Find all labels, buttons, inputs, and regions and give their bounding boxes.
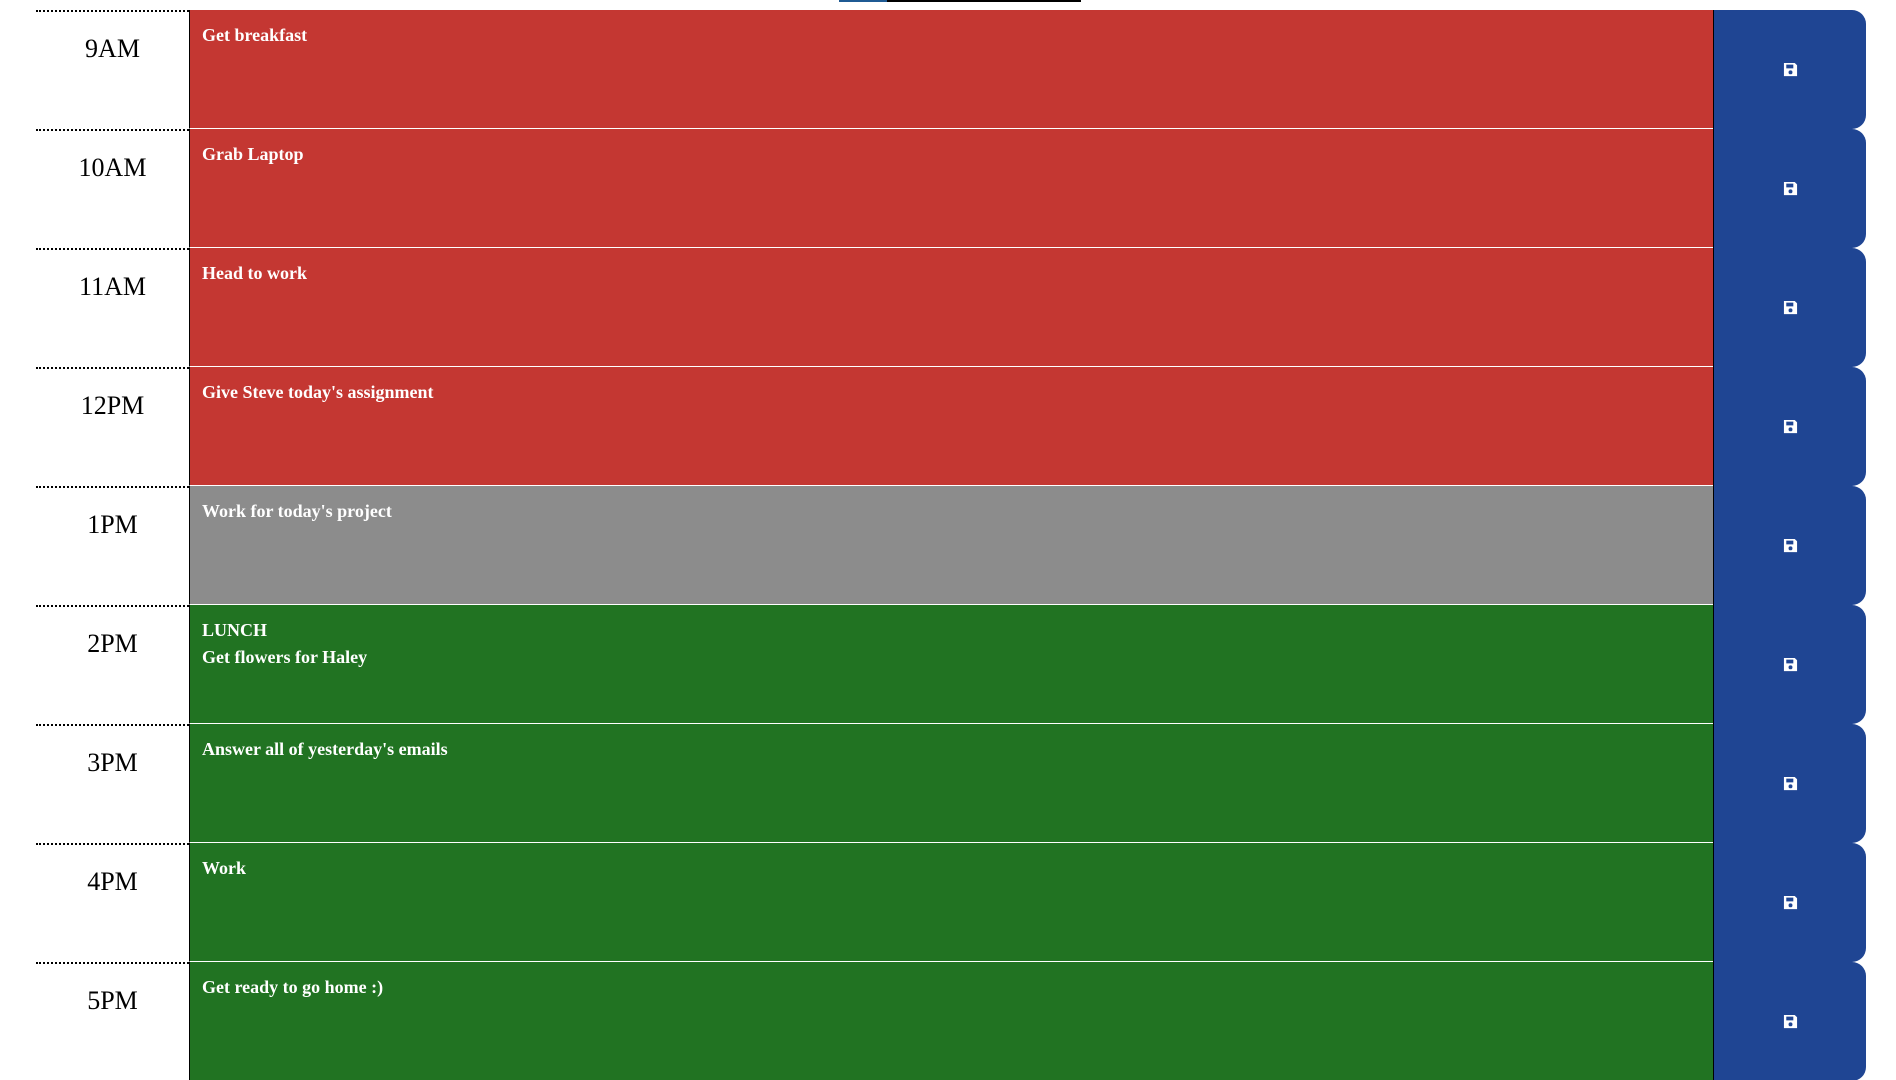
save-button[interactable] xyxy=(1713,605,1866,724)
time-block-row: 1PM Work for today's project xyxy=(36,486,1866,605)
time-block-row: 3PM Answer all of yesterday's emails xyxy=(36,724,1866,843)
hour-label: 5PM xyxy=(36,962,189,1080)
save-button[interactable] xyxy=(1713,10,1866,129)
hour-label: 11AM xyxy=(36,248,189,367)
save-button[interactable] xyxy=(1713,962,1866,1080)
save-icon xyxy=(1783,895,1797,910)
save-icon xyxy=(1783,62,1797,77)
header-strip xyxy=(839,0,1081,2)
hour-label: 12PM xyxy=(36,367,189,486)
hour-label: 9AM xyxy=(36,10,189,129)
event-description[interactable]: Answer all of yesterday's emails xyxy=(189,724,1713,843)
save-button[interactable] xyxy=(1713,248,1866,367)
event-description[interactable]: Get ready to go home :) xyxy=(189,962,1713,1080)
hour-label: 1PM xyxy=(36,486,189,605)
save-icon xyxy=(1783,181,1797,196)
event-description[interactable]: LUNCH Get flowers for Haley xyxy=(189,605,1713,724)
time-block-row: 4PM Work xyxy=(36,843,1866,962)
save-button[interactable] xyxy=(1713,724,1866,843)
event-description[interactable]: Work for today's project xyxy=(189,486,1713,605)
hour-label: 4PM xyxy=(36,843,189,962)
event-description[interactable]: Get breakfast xyxy=(189,10,1713,129)
save-icon xyxy=(1783,419,1797,434)
hour-label: 2PM xyxy=(36,605,189,724)
header-strip-accent xyxy=(839,0,887,2)
save-button[interactable] xyxy=(1713,486,1866,605)
save-icon xyxy=(1783,538,1797,553)
save-button[interactable] xyxy=(1713,843,1866,962)
event-description[interactable]: Give Steve today's assignment xyxy=(189,367,1713,486)
time-block-row: 10AM Grab Laptop xyxy=(36,129,1866,248)
event-description[interactable]: Work xyxy=(189,843,1713,962)
time-block-row: 11AM Head to work xyxy=(36,248,1866,367)
save-icon xyxy=(1783,776,1797,791)
event-description[interactable]: Grab Laptop xyxy=(189,129,1713,248)
time-block-row: 9AM Get breakfast xyxy=(36,10,1866,129)
event-description[interactable]: Head to work xyxy=(189,248,1713,367)
day-planner: 9AM Get breakfast 10AM Grab Laptop 11AM … xyxy=(36,10,1866,1080)
save-button[interactable] xyxy=(1713,367,1866,486)
time-block-row: 2PM LUNCH Get flowers for Haley xyxy=(36,605,1866,724)
time-block-row: 5PM Get ready to go home :) xyxy=(36,962,1866,1080)
save-button[interactable] xyxy=(1713,129,1866,248)
hour-label: 10AM xyxy=(36,129,189,248)
save-icon xyxy=(1783,1014,1797,1029)
time-block-row: 12PM Give Steve today's assignment xyxy=(36,367,1866,486)
save-icon xyxy=(1783,657,1797,672)
save-icon xyxy=(1783,300,1797,315)
hour-label: 3PM xyxy=(36,724,189,843)
